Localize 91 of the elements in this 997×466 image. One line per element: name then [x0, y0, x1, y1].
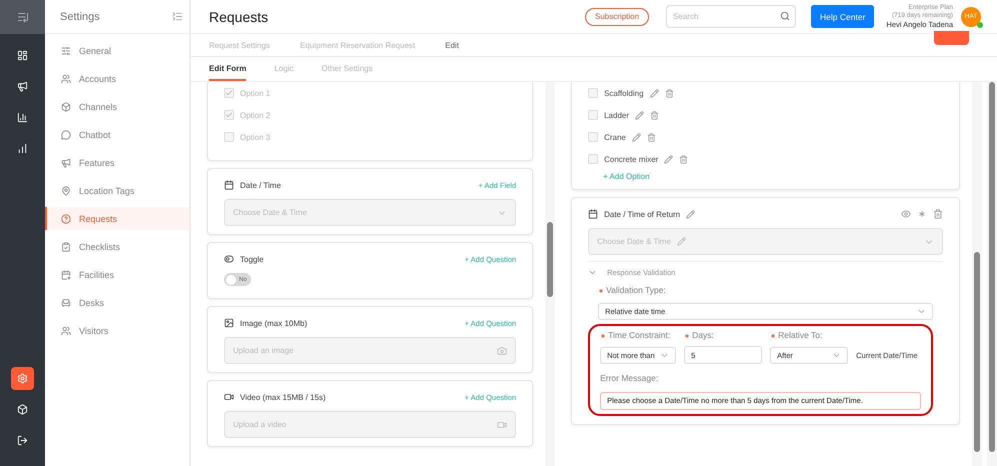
image-icon [224, 318, 234, 328]
sidebar-item[interactable]: Accounts [45, 67, 189, 90]
option-label: Option 2 [240, 110, 270, 120]
subscription-button[interactable]: Subscription [585, 8, 650, 26]
trash-icon[interactable] [650, 110, 660, 120]
checkbox[interactable] [224, 110, 234, 120]
breadcrumb-link[interactable]: Edit [445, 40, 459, 50]
sidebar-item[interactable]: Channels [45, 95, 189, 118]
search-field[interactable]: Search [666, 5, 796, 28]
checkbox[interactable] [224, 88, 234, 98]
sidebar-item[interactable]: Checklists [45, 235, 189, 258]
sidebar-item[interactable]: Features [45, 151, 189, 174]
chair-icon [61, 298, 71, 308]
logout-icon [17, 435, 28, 446]
pencil-icon[interactable] [686, 210, 696, 218]
asterisk-icon[interactable] [917, 209, 928, 219]
field-label: Time Constraint: [600, 330, 676, 340]
dashboard-icon [17, 50, 28, 61]
help-center-button[interactable]: Help Center [811, 5, 874, 28]
chevron-down-icon [917, 307, 926, 316]
breadcrumb-link[interactable]: Request Settings [209, 40, 270, 50]
megaphone-icon [61, 158, 71, 168]
sidebar-item[interactable]: General [45, 39, 189, 62]
tab[interactable]: Other Settings [321, 57, 373, 81]
expand-icon[interactable] [16, 11, 28, 23]
video-icon [224, 392, 234, 402]
checkbox[interactable] [588, 110, 598, 120]
option-label: Option 3 [240, 132, 270, 142]
camera-icon [497, 346, 508, 356]
option-label: Scaffolding [604, 88, 644, 98]
sidebar-item[interactable]: Chatbot [45, 123, 189, 146]
chart-icon [17, 143, 28, 154]
field-label: Relative To: [770, 330, 848, 340]
video-icon [497, 420, 508, 430]
eye-icon[interactable] [901, 209, 912, 219]
checkbox[interactable] [588, 154, 598, 164]
pencil-icon[interactable] [664, 154, 674, 164]
field-title: Date / Time [240, 180, 282, 190]
calendar-icon [224, 180, 234, 190]
field-title: Toggle [240, 254, 265, 264]
pencil-icon[interactable] [650, 88, 659, 98]
option-label: Crane [604, 132, 626, 142]
pencil-icon[interactable] [632, 132, 641, 142]
field-title: Video (max 15MB / 15s) [240, 392, 327, 402]
clipboard-check-icon [61, 242, 71, 252]
calendar-icon [588, 209, 598, 219]
field-title: Date / Time of Return [604, 210, 680, 218]
field-label: Error Message: [600, 373, 660, 383]
trash-icon[interactable] [664, 88, 674, 98]
search-icon [780, 11, 790, 21]
sliders-icon [61, 46, 71, 56]
page-title: Requests [209, 8, 270, 24]
field-label: Validation Type: [598, 285, 934, 295]
add-option-link[interactable]: + Add Option [603, 172, 944, 181]
tab[interactable]: Logic [274, 57, 294, 81]
users-icon [61, 74, 71, 84]
trash-icon[interactable] [679, 154, 688, 164]
option-label: Concrete mixer [604, 154, 658, 164]
cube-icon [61, 102, 71, 112]
settings-icon [17, 373, 28, 384]
sidebar-item[interactable]: Desks [45, 291, 189, 314]
trash-icon[interactable] [646, 132, 656, 142]
trash-icon[interactable] [933, 209, 944, 219]
sidebar-item[interactable]: Visitors [45, 319, 189, 342]
bar-chart-icon [17, 112, 28, 123]
collapse-icon[interactable] [172, 11, 183, 22]
help-icon [61, 214, 71, 224]
toggle-icon [224, 254, 234, 264]
checkbox[interactable] [588, 88, 598, 98]
sidebar-item[interactable]: Facilities [45, 263, 189, 286]
settings-button[interactable] [11, 367, 34, 390]
map-pin-icon [61, 186, 71, 196]
option-label: Ladder [604, 110, 630, 120]
chevron-down-icon [588, 268, 598, 277]
sidebar-item[interactable]: Location Tags [45, 179, 189, 202]
breadcrumb-link[interactable]: Equipment Reservation Request [300, 40, 416, 50]
pencil-icon [676, 237, 686, 246]
field-label: Days: [684, 330, 762, 340]
chat-bubble-icon [61, 130, 71, 140]
checkbox[interactable] [588, 132, 598, 142]
option-label: Option 1 [240, 88, 270, 98]
megaphone-icon [17, 81, 28, 92]
cube-icon [17, 404, 28, 415]
checkbox[interactable] [224, 132, 234, 142]
calendar-plus-icon [61, 270, 71, 280]
sidebar-item[interactable]: Requests [45, 207, 189, 230]
date-time-field[interactable]: Choose Date & Time [588, 228, 944, 255]
sidebar-title: Settings [60, 10, 100, 22]
field-title: Image (max 10Mb) [240, 318, 308, 328]
pencil-icon[interactable] [635, 110, 644, 120]
users-icon [61, 326, 71, 336]
